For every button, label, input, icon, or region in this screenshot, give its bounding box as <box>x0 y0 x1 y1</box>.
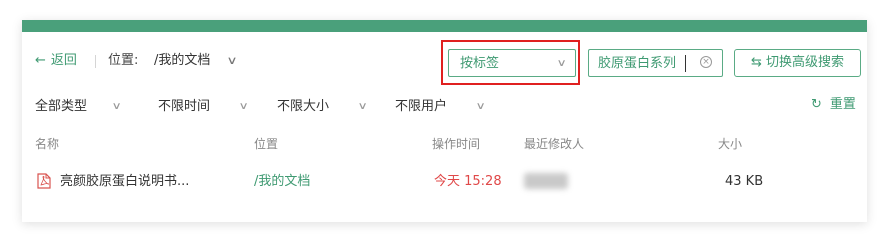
advanced-search-button[interactable]: ⇆ 切换高级搜索 <box>734 49 861 77</box>
back-link[interactable]: ← 返回 <box>35 53 77 69</box>
file-location[interactable]: /我的文档 <box>254 174 310 190</box>
location-path[interactable]: /我的文档 <box>154 53 210 69</box>
refresh-icon: ↻ <box>811 97 822 112</box>
filter-label: 不限大小 <box>277 99 330 114</box>
chevron-down-icon: ∨ <box>357 101 368 112</box>
column-header-size: 大小 <box>718 137 743 151</box>
filter-label: 不限时间 <box>158 99 211 114</box>
advanced-search-label: 切换高级搜索 <box>765 55 844 70</box>
column-header-location: 位置 <box>254 137 279 151</box>
swap-icon: ⇆ <box>751 55 762 70</box>
chevron-down-icon: ∨ <box>111 101 122 112</box>
reset-button[interactable]: ↻ 重置 <box>811 97 856 113</box>
column-header-modifier: 最近修改人 <box>524 137 585 151</box>
back-label: 返回 <box>50 53 77 68</box>
filter-time[interactable]: 不限时间 ∨ <box>158 99 249 115</box>
search-value: 胶原蛋白系列 <box>598 56 677 71</box>
location-label: 位置: <box>108 53 139 68</box>
filter-size[interactable]: 不限大小 ∨ <box>277 99 368 115</box>
reset-label: 重置 <box>829 97 856 112</box>
close-circle-icon[interactable]: × <box>700 56 712 68</box>
text-caret <box>685 55 686 72</box>
search-input[interactable]: 胶原蛋白系列 × <box>588 49 723 77</box>
highlight-box <box>441 40 580 85</box>
filter-type[interactable]: 全部类型 ∨ <box>35 99 122 115</box>
column-header-time: 操作时间 <box>432 137 481 151</box>
column-header-name: 名称 <box>35 137 60 151</box>
filter-label: 全部类型 <box>35 99 88 114</box>
arrow-left-icon: ← <box>35 53 46 68</box>
chevron-down-icon: ∨ <box>475 101 486 112</box>
file-time: 今天 15:28 <box>434 174 502 189</box>
filter-label: 不限用户 <box>395 99 448 114</box>
chevron-down-icon: ∨ <box>238 101 249 112</box>
filter-user[interactable]: 不限用户 ∨ <box>395 99 486 115</box>
file-name[interactable]: 亮颜胶原蛋白说明书... <box>60 174 189 190</box>
divider <box>95 55 96 68</box>
chevron-down-icon[interactable]: ∨ <box>226 53 237 69</box>
file-size: 43 KB <box>725 174 764 189</box>
header-bar <box>22 20 867 32</box>
file-modifier-blurred <box>524 173 568 189</box>
pdf-icon <box>37 173 51 189</box>
search-panel: ← 返回 位置: /我的文档 ∨ 按标签 ∨ 胶原蛋白系列 × ⇆ 切换高级搜索 全… <box>22 20 867 222</box>
